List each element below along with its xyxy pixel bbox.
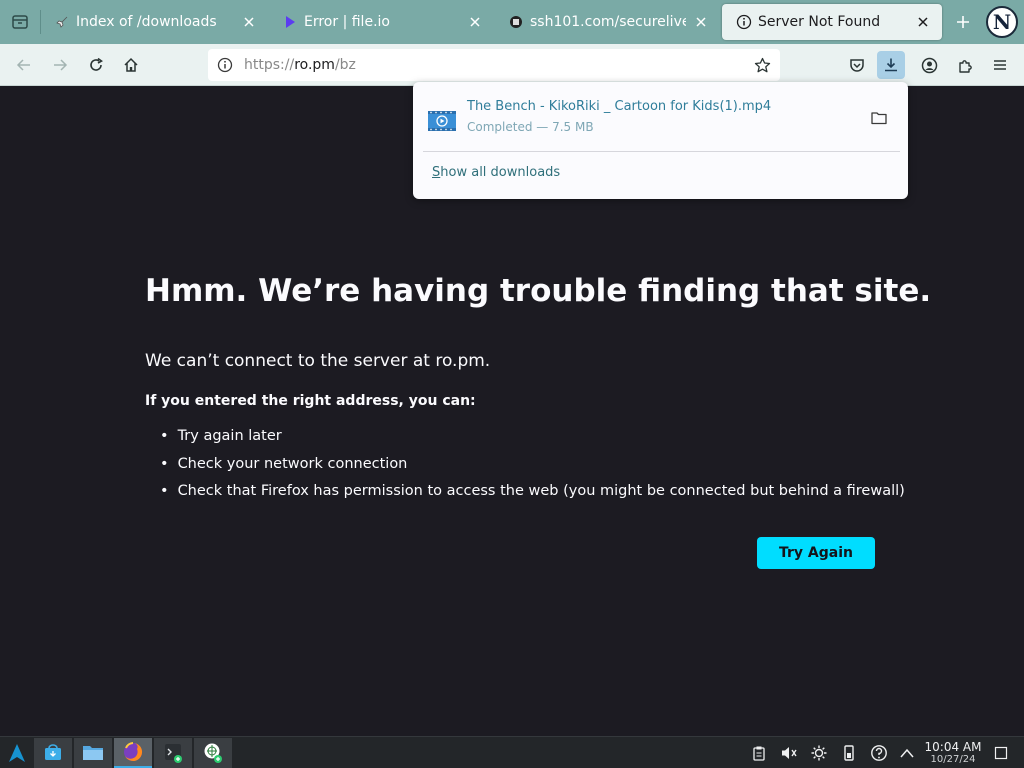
volume-muted-icon[interactable]	[778, 742, 800, 764]
network-app-icon[interactable]	[194, 738, 232, 768]
info-icon	[736, 14, 752, 30]
tab-title: Error | file.io	[304, 14, 390, 30]
app-menu-button[interactable]	[986, 51, 1014, 79]
rocket-icon	[54, 14, 70, 30]
close-tab-icon[interactable]	[466, 13, 484, 31]
extensions-button[interactable]	[951, 51, 979, 79]
navigation-toolbar: https://ro.pm/bz	[0, 44, 1024, 86]
fileio-icon	[282, 14, 298, 30]
tab-error-fileio[interactable]: Error | file.io	[268, 0, 494, 44]
show-desktop-icon[interactable]	[990, 742, 1012, 764]
package-manager-icon[interactable]	[34, 738, 72, 768]
tab-strip: Index of /downloads Error | file.io ssh1…	[0, 0, 1024, 44]
clock[interactable]: 10:04 AM 10/27/24	[924, 740, 982, 766]
tab-server-not-found[interactable]: Server Not Found	[722, 4, 942, 40]
ssh101-icon	[508, 14, 524, 30]
clock-time: 10:04 AM	[924, 740, 982, 754]
list-item: Check your network connection	[160, 454, 905, 482]
tab-index-downloads[interactable]: Index of /downloads	[40, 0, 268, 44]
tab-title: ssh101.com/securelive/ind	[530, 14, 686, 30]
site-info-icon[interactable]	[210, 49, 240, 81]
brightness-icon[interactable]	[808, 742, 830, 764]
home-button[interactable]	[117, 51, 145, 79]
download-file-name: The Bench - KikoRiki _ Cartoon for Kids(…	[467, 99, 772, 114]
device-icon[interactable]	[838, 742, 860, 764]
clock-date: 10/27/24	[930, 754, 976, 765]
chevron-up-icon[interactable]	[896, 742, 918, 764]
close-tab-icon[interactable]	[692, 13, 710, 31]
close-tab-icon[interactable]	[240, 13, 258, 31]
firefox-icon[interactable]	[114, 738, 152, 768]
downloads-panel: The Bench - KikoRiki _ Cartoon for Kids(…	[413, 82, 908, 199]
clipboard-icon[interactable]	[748, 742, 770, 764]
show-all-label: how all downloads	[440, 165, 561, 180]
account-button[interactable]	[915, 51, 943, 79]
taskbar: 10:04 AM 10/27/24	[0, 736, 1024, 768]
new-tab-icon[interactable]	[952, 11, 974, 33]
app-launcher-icon[interactable]	[0, 738, 34, 768]
url-host: ro.pm	[294, 57, 335, 73]
close-tab-icon[interactable]	[914, 13, 932, 31]
reload-button[interactable]	[82, 51, 110, 79]
file-manager-icon[interactable]	[74, 738, 112, 768]
list-item: Check that Firefox has permission to acc…	[160, 481, 905, 509]
url-path: /bz	[334, 57, 356, 73]
bookmark-star-icon[interactable]	[750, 53, 774, 77]
download-status: Completed — 7.5 MB	[467, 120, 594, 134]
terminal-icon[interactable]	[154, 738, 192, 768]
list-item: Try again later	[160, 426, 905, 454]
downloads-button[interactable]	[877, 51, 905, 79]
divider	[423, 151, 900, 152]
video-file-icon	[428, 111, 456, 131]
tab-title: Server Not Found	[758, 14, 881, 30]
url-text[interactable]: https://ro.pm/bz	[244, 57, 356, 73]
error-hint: If you entered the right address, you ca…	[145, 393, 476, 409]
tab-title: Index of /downloads	[76, 14, 217, 30]
url-bar[interactable]: https://ro.pm/bz	[208, 49, 780, 81]
pocket-button[interactable]	[843, 51, 871, 79]
profile-avatar[interactable]: N	[986, 6, 1018, 38]
try-again-button[interactable]: Try Again	[757, 537, 875, 569]
show-all-downloads-link[interactable]: Show all downloads	[432, 165, 560, 180]
tab-list-icon[interactable]	[8, 10, 32, 34]
page-title: Hmm. We’re having trouble finding that s…	[145, 273, 932, 309]
help-icon[interactable]	[868, 742, 890, 764]
suggestion-list: Try again later Check your network conne…	[160, 426, 905, 509]
folder-icon[interactable]	[868, 107, 890, 129]
error-short-description: We can’t connect to the server at ro.pm.	[145, 351, 491, 371]
back-button[interactable]	[10, 51, 38, 79]
forward-button[interactable]	[46, 51, 74, 79]
tab-ssh101[interactable]: ssh101.com/securelive/ind	[494, 0, 720, 44]
url-scheme: https://	[244, 57, 295, 73]
profile-initial: N	[992, 10, 1012, 34]
